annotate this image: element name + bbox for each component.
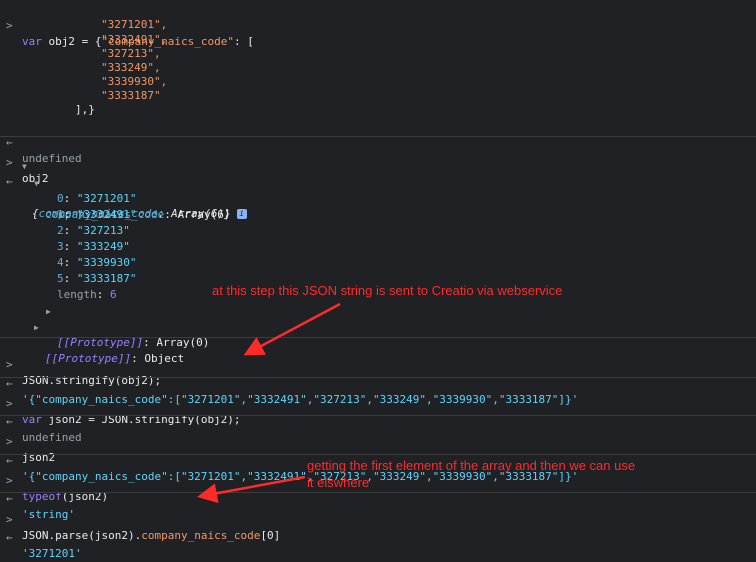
annotation-arrow-to-parse: [197, 475, 306, 504]
annotation-arrow-to-stringify: [243, 302, 341, 356]
annotation-arrows: [197, 302, 341, 504]
